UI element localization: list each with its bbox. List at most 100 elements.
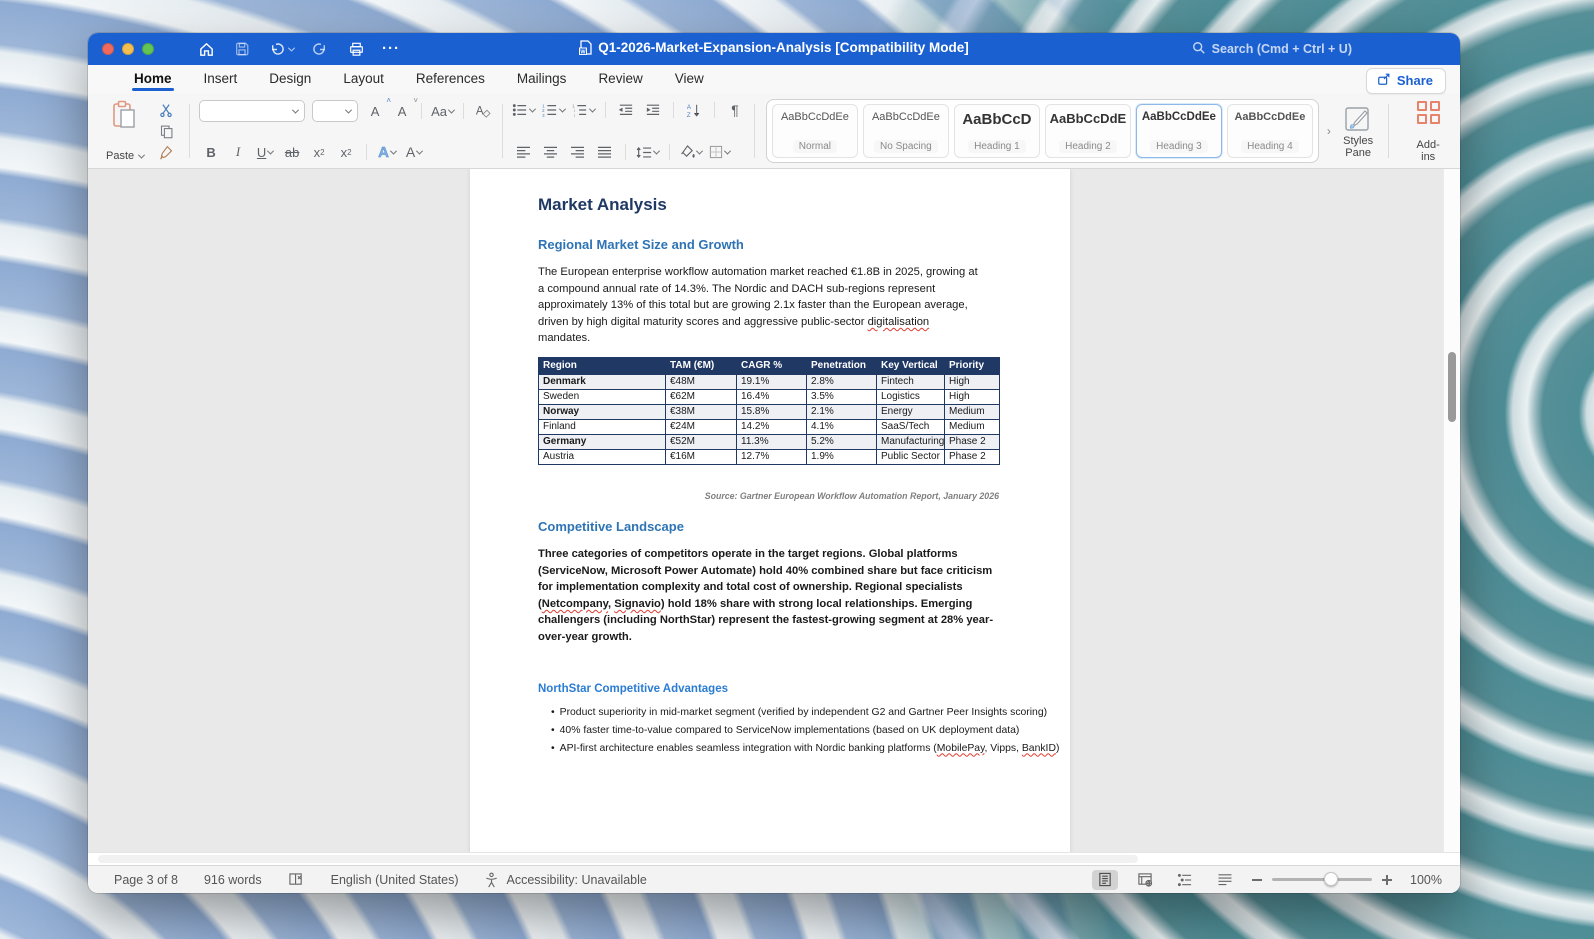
text-effects-button[interactable]: A (377, 142, 398, 162)
doc-heading-regional-market: Regional Market Size and Growth (538, 237, 744, 252)
zoom-out-button[interactable] (1252, 878, 1262, 881)
show-paragraph-marks-button[interactable]: ¶ (725, 100, 745, 120)
table-cell: Norway (538, 403, 666, 420)
word-document-icon: W (579, 40, 592, 58)
outline-view-button[interactable] (1172, 870, 1198, 890)
minimize-window-button[interactable] (122, 43, 134, 55)
horizontal-scrollbar-thumb[interactable] (98, 855, 1138, 863)
close-window-button[interactable] (102, 43, 114, 55)
font-size-combobox[interactable] (312, 100, 359, 122)
style-normal[interactable]: AaBbCcDdEe Normal (771, 104, 858, 158)
increase-indent-button[interactable] (643, 100, 663, 120)
page-indicator[interactable]: Page 3 of 8 (114, 873, 178, 887)
shading-button[interactable] (680, 142, 703, 162)
strikethrough-button[interactable]: ab (282, 142, 302, 162)
underline-button[interactable]: U (255, 142, 275, 162)
bullets-button[interactable] (512, 100, 536, 120)
tab-layout[interactable]: Layout (327, 66, 400, 93)
font-name-combobox[interactable] (199, 100, 306, 122)
line-spacing-button[interactable] (636, 142, 660, 162)
accessibility-status[interactable]: Accessibility: Unavailable (484, 872, 647, 888)
svg-text:i: i (574, 113, 575, 117)
copy-icon[interactable] (156, 121, 176, 141)
print-icon[interactable] (346, 39, 366, 59)
undo-dropdown-chevron-icon[interactable] (287, 44, 296, 52)
style-no-spacing[interactable]: AaBbCcDdEe No Spacing (862, 104, 949, 158)
document-canvas[interactable]: Market Analysis Regional Market Size and… (88, 169, 1460, 852)
vertical-scrollbar-thumb[interactable] (1448, 352, 1456, 422)
italic-button[interactable]: I (228, 142, 248, 162)
web-layout-view-button[interactable] (1132, 870, 1158, 890)
more-commands-icon[interactable]: ··· (382, 41, 400, 56)
add-ins-button[interactable]: Add-ins (1404, 98, 1452, 164)
print-layout-view-button[interactable] (1092, 869, 1118, 890)
tab-insert[interactable]: Insert (188, 66, 254, 93)
zoom-slider-thumb[interactable] (1324, 872, 1338, 886)
shrink-font-button[interactable]: A ˅ (392, 96, 418, 121)
clear-formatting-button[interactable]: A (473, 101, 493, 121)
tab-home[interactable]: Home (118, 66, 188, 93)
doc-heading-competitive-landscape: Competitive Landscape (538, 518, 684, 534)
zoom-in-button[interactable] (1382, 874, 1392, 885)
superscript-button[interactable]: x2 (336, 142, 356, 162)
cut-icon[interactable] (156, 100, 176, 120)
clipboard-group: Paste (102, 98, 180, 164)
align-center-button[interactable] (541, 142, 561, 162)
paragraph-group: 123 1ii AZ ¶ (512, 98, 745, 164)
change-case-button[interactable]: Aa (431, 101, 456, 121)
zoom-slider[interactable] (1272, 872, 1372, 886)
table-cell: SaaS/Tech (876, 418, 945, 435)
share-label: Share (1396, 73, 1433, 88)
save-icon[interactable] (232, 39, 252, 59)
table-cell: Phase 2 (944, 433, 1000, 450)
word-count[interactable]: 916 words (204, 873, 262, 887)
borders-button[interactable] (709, 142, 731, 162)
document-page[interactable]: Market Analysis Regional Market Size and… (470, 169, 1070, 852)
zoom-window-button[interactable] (142, 43, 154, 55)
tab-review[interactable]: Review (582, 66, 658, 93)
table-header-cell: TAM (€M) (665, 356, 737, 375)
format-painter-icon[interactable] (156, 142, 176, 162)
table-cell: 11.3% (736, 433, 807, 450)
align-right-button[interactable] (568, 142, 588, 162)
grow-font-button[interactable]: A ˄ (365, 96, 391, 121)
style-heading-4[interactable]: AaBbCcDdEe Heading 4 (1226, 104, 1313, 158)
share-button[interactable]: Share (1365, 68, 1446, 94)
styles-pane-button[interactable]: Styles Pane (1337, 102, 1379, 160)
multilevel-list-button[interactable]: 1ii (572, 100, 596, 120)
vertical-scrollbar[interactable] (1443, 169, 1460, 852)
bullet-item: • 40% faster time-to-value compared to Se… (551, 724, 1020, 736)
align-left-button[interactable] (514, 142, 534, 162)
table-cell: Austria (538, 448, 666, 465)
tab-mailings[interactable]: Mailings (501, 66, 583, 93)
undo-icon[interactable] (268, 39, 296, 59)
tab-references[interactable]: References (400, 66, 501, 93)
tab-design[interactable]: Design (253, 66, 327, 93)
home-quick-icon[interactable] (196, 39, 216, 59)
sort-button[interactable]: AZ (684, 100, 704, 120)
justify-button[interactable] (595, 142, 615, 162)
doc-source-note: Source: Gartner European Workflow Automa… (704, 490, 999, 501)
style-heading-3-selected[interactable]: AaBbCcDdEe Heading 3 (1135, 104, 1222, 158)
horizontal-scrollbar[interactable] (88, 852, 1460, 865)
styles-gallery-more-chevron-icon[interactable]: › (1327, 124, 1331, 138)
paste-button[interactable]: Paste (102, 98, 148, 164)
tab-view[interactable]: View (659, 66, 720, 93)
subscript-button[interactable]: x2 (309, 142, 329, 162)
table-header-row: Region TAM (€M) CAGR % Penetration Key Verti… (538, 356, 1000, 375)
table-cell: €16M (665, 448, 737, 465)
proofing-status-icon[interactable] (288, 872, 305, 887)
search-bar[interactable]: Search (Cmd + Ctrl + U) (1192, 41, 1352, 58)
zoom-percentage[interactable]: 100% (1406, 873, 1442, 887)
draft-view-button[interactable] (1212, 870, 1238, 890)
decrease-indent-button[interactable] (616, 100, 636, 120)
numbering-button[interactable]: 123 (542, 100, 566, 120)
language-indicator[interactable]: English (United States) (331, 873, 459, 887)
style-heading-1[interactable]: AaBbCcD Heading 1 (953, 104, 1040, 158)
bold-button[interactable]: B (201, 142, 221, 162)
table-cell: Sweden (538, 388, 666, 405)
style-heading-2[interactable]: AaBbCcDdE Heading 2 (1044, 104, 1131, 158)
redo-icon[interactable] (310, 39, 330, 59)
paste-dropdown-chevron-icon[interactable] (138, 151, 146, 159)
font-color-button[interactable]: A (404, 142, 424, 162)
